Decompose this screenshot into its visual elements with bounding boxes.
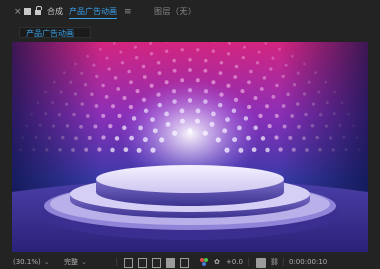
chevron-down-icon: ⌄ — [81, 258, 87, 266]
composition-subtab[interactable]: 产品广告动画 — [19, 27, 91, 38]
transparency-icon[interactable] — [166, 258, 175, 268]
mask-icon[interactable] — [152, 258, 161, 268]
timecode[interactable]: 0:00:00:10 — [289, 257, 327, 267]
stage-preview-image — [12, 42, 368, 252]
camera-icon[interactable] — [256, 258, 266, 268]
tab-layer[interactable]: 图层（无） — [154, 7, 197, 17]
grid-icon[interactable] — [124, 258, 133, 268]
exposure-icon[interactable]: ✿ — [214, 257, 220, 267]
tab-composition-name[interactable]: 产品广告动画 — [69, 7, 117, 19]
resolution-dropdown[interactable]: 完整 ⌄ — [64, 257, 87, 267]
zoom-value: (30.1%) — [13, 258, 41, 266]
composition-viewer[interactable] — [12, 42, 368, 252]
region-icon[interactable] — [180, 258, 189, 268]
zoom-dropdown[interactable]: (30.1%) ⌄ — [13, 257, 50, 267]
color-channel-icon[interactable] — [200, 258, 209, 268]
exposure-value[interactable]: +0.0 — [226, 257, 243, 267]
panel-menu-icon[interactable]: ≡ — [124, 7, 132, 17]
composition-icon — [24, 8, 31, 15]
lock-icon[interactable] — [35, 6, 42, 15]
link-icon[interactable]: ⛓ — [270, 257, 279, 267]
composition-panel-header: × 合成 产品广告动画 ≡ 图层（无） — [0, 0, 380, 24]
close-icon[interactable]: × — [14, 7, 22, 17]
chevron-down-icon: ⌄ — [43, 258, 50, 266]
composition-label: 合成 — [47, 7, 63, 16]
resolution-value: 完整 — [64, 258, 78, 266]
viewer-toolbar: (30.1%) ⌄ 完整 ⌄ ✿ +0.0 ⛓ 0:00:00:10 — [0, 254, 380, 269]
safe-area-icon[interactable] — [138, 258, 147, 268]
